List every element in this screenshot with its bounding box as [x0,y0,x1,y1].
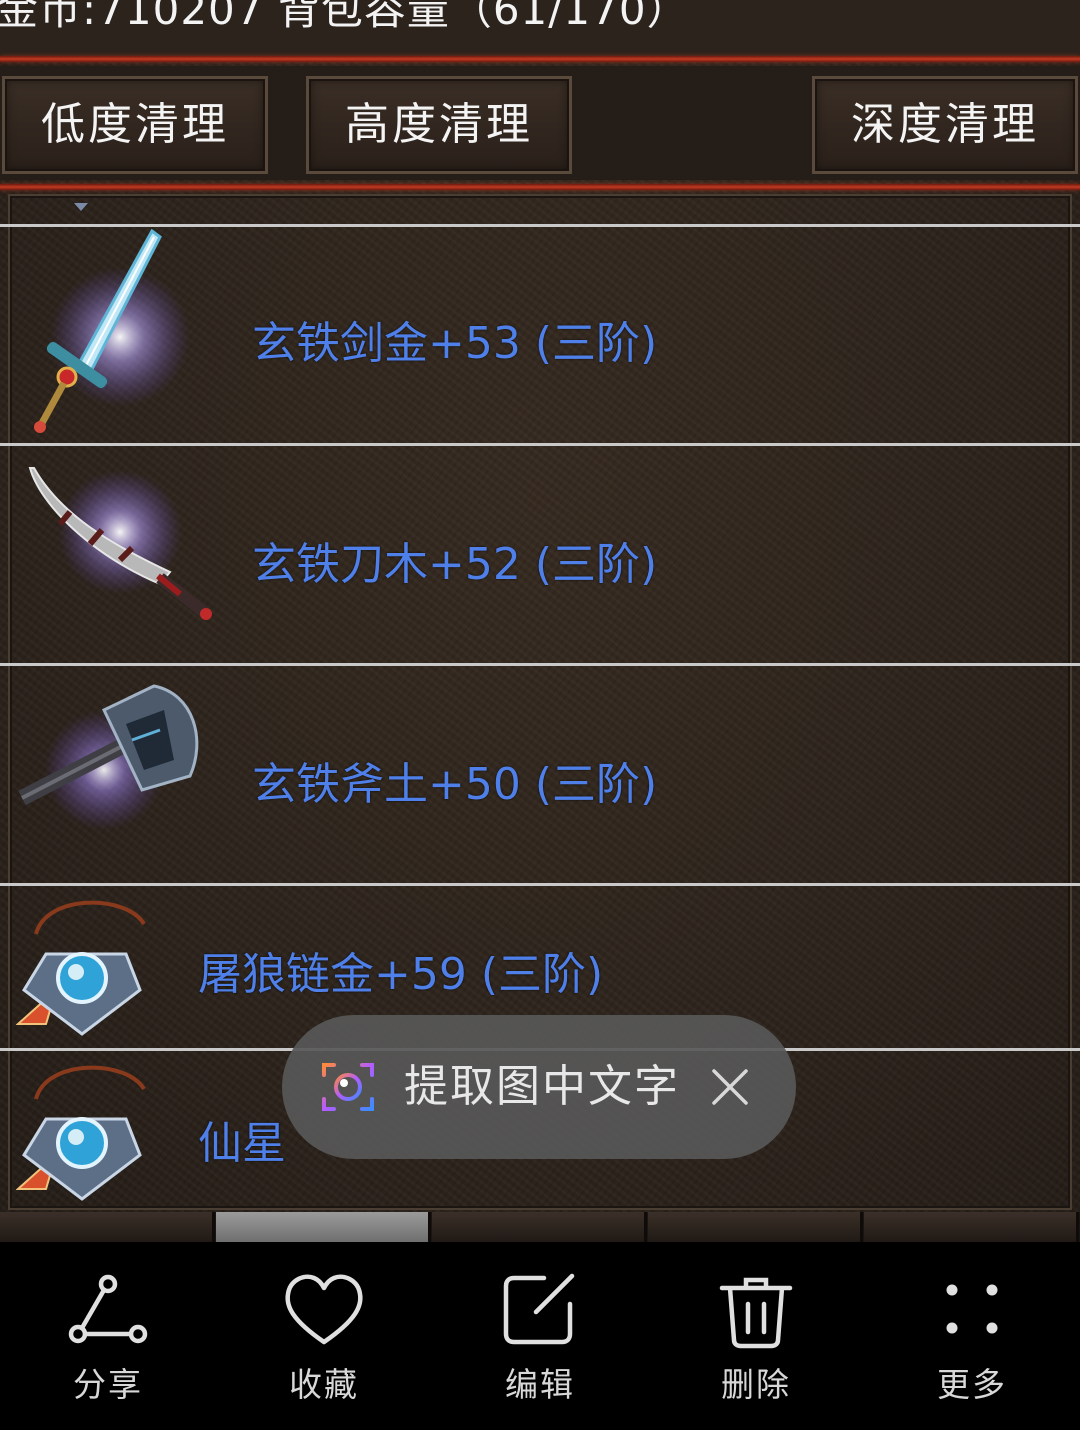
more-button[interactable]: 更多 [864,1242,1080,1430]
status-bar: 金币:710207 背包容量（61/170） [0,0,1080,60]
item-name: 仙星 [198,1118,286,1169]
inventory-item[interactable]: 玄铁斧土+50 (三阶) [0,666,1080,883]
scan-text-icon [322,1063,374,1111]
edit-icon [503,1273,575,1345]
scroll-up-caret-icon [74,203,88,211]
cleanup-button-row: 低度清理 高度清理 深度清理 [0,66,1080,180]
amulet-icon [16,900,146,1036]
game-tab-active[interactable] [216,1212,431,1242]
game-tab[interactable] [432,1212,647,1242]
item-name: 屠狼链金+59 (三阶) [198,949,604,1000]
inventory-item[interactable]: 玄铁刀木+52 (三阶) [0,446,1080,663]
share-label: 分享 [73,1365,143,1404]
saber-icon [28,467,212,620]
share-button[interactable]: 分享 [0,1242,216,1430]
game-tab[interactable] [648,1212,863,1242]
share-icon [68,1274,148,1344]
close-icon[interactable] [708,1065,752,1109]
game-tab[interactable] [864,1212,1079,1242]
item-name: 玄铁剑金+53 (三阶) [252,318,658,369]
item-name: 玄铁斧土+50 (三阶) [252,759,658,810]
amulet-icon [16,1065,146,1201]
deep-clean-button[interactable]: 深度清理 [812,76,1078,174]
trash-icon [719,1277,793,1349]
divider-top [0,56,1080,62]
inventory-item[interactable]: 玄铁剑金+53 (三阶) [0,227,1080,443]
item-name: 玄铁刀木+52 (三阶) [252,539,658,590]
game-tab-strip [0,1212,1080,1242]
gold-and-bag-capacity: 金币:710207 背包容量（61/170） [0,0,690,34]
low-clean-button[interactable]: 低度清理 [2,76,268,174]
heart-icon [285,1274,363,1345]
delete-button[interactable]: 删除 [648,1242,864,1430]
favorite-label: 收藏 [289,1365,359,1404]
axe-icon [18,684,199,830]
favorite-button[interactable]: 收藏 [216,1242,432,1430]
extract-text-label: 提取图中文字 [404,1061,680,1112]
extract-text-toast[interactable]: 提取图中文字 [282,1015,796,1159]
edit-label: 编辑 [505,1365,575,1404]
sword-icon [34,228,190,433]
more-label: 更多 [937,1365,1007,1404]
more-dots-icon [946,1284,998,1334]
game-tab[interactable] [0,1212,215,1242]
delete-label: 删除 [721,1365,791,1404]
edit-button[interactable]: 编辑 [432,1242,648,1430]
high-clean-button[interactable]: 高度清理 [306,76,572,174]
bottom-action-bar: 分享 收藏 编辑 删除 更多 [0,1242,1080,1430]
divider-bottom [0,184,1080,190]
